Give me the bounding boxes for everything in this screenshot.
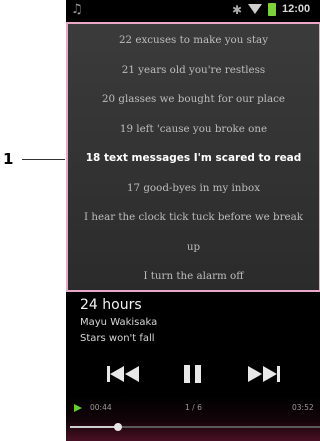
track-title: 24 hours <box>80 297 142 313</box>
seek-bar-fill <box>70 426 118 428</box>
lyric-line-current: 18 text messages I'm scared to read <box>85 152 302 164</box>
phone-screen: ♫ ✱ 12:00 22 excuses to make you stay 21 … <box>66 0 320 441</box>
progress-area: 00:44 1 / 6 03:52 <box>66 396 320 441</box>
status-time: 12:00 <box>282 3 311 15</box>
track-album: Stars won't fall <box>80 333 155 344</box>
lyrics-panel[interactable]: 22 excuses to make you stay 21 years old … <box>66 22 320 292</box>
seek-bar[interactable] <box>70 423 320 431</box>
track-position: 1 / 6 <box>185 403 202 412</box>
lyric-line: 17 good-byes in my inbox <box>126 181 261 194</box>
seek-bar-thumb[interactable] <box>113 423 122 431</box>
callout-number: 1 <box>3 150 14 168</box>
lyric-line: 21 years old you're restless <box>121 63 266 76</box>
elapsed-time: 00:44 <box>90 403 112 412</box>
track-duration: 03:52 <box>292 403 314 412</box>
status-bar: ♫ ✱ 12:00 <box>66 0 320 22</box>
music-note-icon: ♫ <box>71 2 83 17</box>
lyric-line: 22 excuses to make you stay <box>118 34 269 46</box>
wifi-icon <box>248 4 262 14</box>
pause-button[interactable] <box>180 360 206 388</box>
battery-icon <box>268 3 276 16</box>
bluetooth-icon: ✱ <box>232 3 243 17</box>
play-indicator-icon <box>74 404 82 412</box>
previous-track-icon <box>107 366 139 382</box>
previous-button[interactable] <box>102 360 144 388</box>
next-button[interactable] <box>243 360 285 388</box>
track-artist: Mayu Wakisaka <box>80 317 158 328</box>
lyric-line: 19 left 'cause you broke one <box>119 122 268 135</box>
pause-icon <box>184 365 201 383</box>
next-track-icon <box>248 366 280 382</box>
lyric-line: 20 glasses we bought for our place <box>102 93 285 105</box>
callout-line <box>22 159 65 160</box>
playback-controls <box>66 360 320 388</box>
lyric-line: up <box>186 240 201 253</box>
lyric-line: I turn the alarm off <box>143 270 244 282</box>
lyric-line: I hear the clock tick tuck before we bre… <box>84 211 303 223</box>
